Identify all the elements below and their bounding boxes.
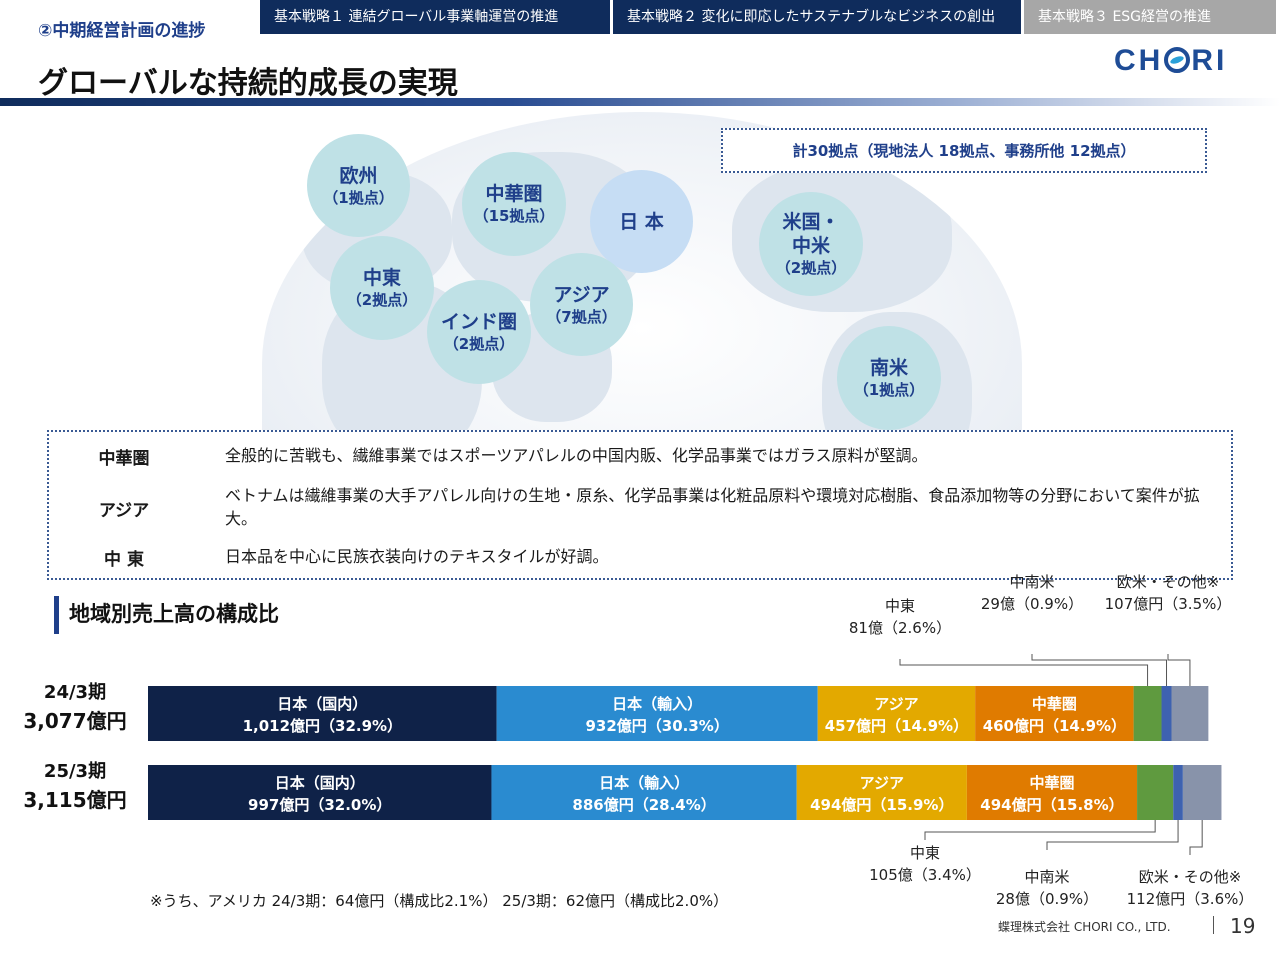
segment-value-label: 997億円（32.0%）: [248, 796, 391, 814]
row-period-label: 25/3期: [44, 761, 106, 782]
bar-segment: [1137, 765, 1174, 820]
segment-name-label: 欧米・その他※: [1117, 573, 1220, 591]
segment-value-label: 28億（0.9%）: [996, 890, 1098, 908]
callout-leader-line: [1167, 654, 1191, 686]
segment-name-label: 中華圏: [1032, 695, 1077, 713]
callout-leader-line: [1189, 820, 1203, 855]
segment-value-label: 457億円（14.9%）: [825, 717, 968, 735]
row-total-label: 3,077億円: [23, 709, 126, 733]
regional-sales-chart: 24/3期3,077億円日本（国内）1,012億円（32.9%）日本（輸入）93…: [23, 573, 1254, 908]
bar-segment: [1133, 686, 1162, 741]
segment-name-label: 日本（国内）: [275, 774, 365, 792]
segment-name-label: 中南米: [1009, 573, 1054, 591]
segment-value-label: 112億円（3.6%）: [1127, 890, 1254, 908]
footer-company: 蝶理株式会社 CHORI CO., LTD.: [998, 920, 1171, 934]
bar-segment: [1161, 686, 1172, 741]
segment-name-label: 日本（輸入）: [612, 695, 702, 713]
callout-leader-line: [1031, 654, 1168, 686]
bar-segment: [1173, 765, 1183, 820]
segment-value-label: 886億円（28.4%）: [572, 796, 715, 814]
segment-name-label: 中南米: [1024, 868, 1069, 886]
segment-name-label: 欧米・その他※: [1139, 868, 1242, 886]
segment-value-label: 460億円（14.9%）: [983, 717, 1126, 735]
page-number: 19: [1230, 914, 1256, 938]
segment-name-label: 中東: [885, 597, 915, 615]
callout-leader-line: [899, 659, 1149, 686]
segment-value-label: 932億円（30.3%）: [585, 717, 728, 735]
segment-value-label: 107億円（3.5%）: [1105, 595, 1232, 613]
segment-value-label: 29億（0.9%）: [981, 595, 1083, 613]
segment-value-label: 81億（2.6%）: [849, 619, 951, 637]
segment-name-label: 中東: [910, 844, 940, 862]
callout-leader-line: [1046, 820, 1179, 850]
footer-separator: [1213, 916, 1214, 934]
segment-name-label: アジア: [874, 695, 918, 713]
bar-segment: [1171, 686, 1209, 741]
segment-value-label: 1,012億円（32.9%）: [243, 717, 403, 735]
bar-segment: [1182, 765, 1222, 820]
callout-leader-line: [924, 820, 1156, 840]
segment-value-label: 494億円（15.9%）: [810, 796, 953, 814]
segment-name-label: アジア: [860, 774, 904, 792]
segment-name-label: 中華圏: [1029, 774, 1074, 792]
segment-name-label: 日本（輸入）: [599, 774, 689, 792]
row-period-label: 24/3期: [44, 682, 106, 703]
segment-name-label: 日本（国内）: [277, 695, 367, 713]
footnote: ※うち、アメリカ 24/3期：64億円（構成比2.1%） 25/3期：62億円（…: [150, 892, 729, 910]
segment-value-label: 494億円（15.8%）: [980, 796, 1123, 814]
row-total-label: 3,115億円: [23, 788, 126, 812]
segment-value-label: 105億（3.4%）: [869, 866, 981, 884]
